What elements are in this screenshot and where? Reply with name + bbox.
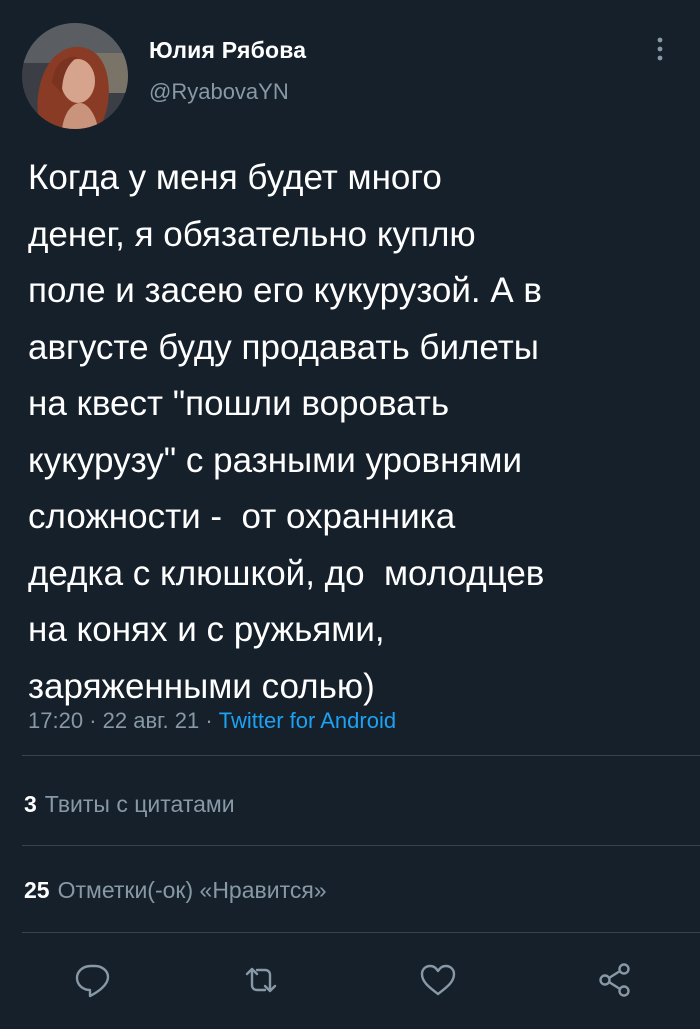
reply-icon bbox=[75, 964, 110, 998]
retweet-button[interactable] bbox=[238, 957, 284, 1003]
like-icon bbox=[420, 964, 456, 996]
likes-count: 25 bbox=[24, 877, 50, 903]
share-icon bbox=[599, 963, 630, 997]
tweet-meta: 17:20 · 22 авг. 21 · Twitter for Android bbox=[28, 708, 396, 734]
tweet-text: Когда у меня будет много денег, я обязат… bbox=[28, 158, 545, 706]
profile-photo-icon bbox=[22, 23, 128, 129]
tweet-detail: Юлия Рябова @RyabovaYN Когда у меня буде… bbox=[0, 0, 700, 1029]
tweet-source-link[interactable]: Twitter for Android bbox=[219, 708, 396, 733]
retweet-icon bbox=[245, 967, 277, 993]
username[interactable]: @RyabovaYN bbox=[149, 79, 289, 105]
reply-button[interactable] bbox=[70, 957, 116, 1003]
meta-separator: · bbox=[89, 708, 97, 733]
more-options-icon[interactable] bbox=[648, 34, 672, 68]
divider bbox=[22, 755, 700, 756]
meta-separator: · bbox=[205, 708, 213, 733]
share-button[interactable] bbox=[592, 957, 638, 1003]
like-button[interactable] bbox=[415, 957, 461, 1003]
quote-tweets-stat[interactable]: 3 Твиты с цитатами bbox=[24, 791, 235, 818]
divider bbox=[22, 845, 700, 846]
quote-tweets-count: 3 bbox=[24, 791, 37, 817]
tweet-time[interactable]: 17:20 bbox=[28, 708, 83, 733]
divider bbox=[22, 932, 700, 933]
tweet-date[interactable]: 22 авг. 21 bbox=[103, 708, 200, 733]
likes-stat[interactable]: 25 Отметки(-ок) «Нравится» bbox=[24, 877, 327, 904]
likes-label: Отметки(-ок) «Нравится» bbox=[57, 877, 327, 903]
display-name[interactable]: Юлия Рябова bbox=[149, 37, 306, 64]
avatar[interactable] bbox=[22, 23, 128, 129]
quote-tweets-label: Твиты с цитатами bbox=[44, 791, 235, 817]
